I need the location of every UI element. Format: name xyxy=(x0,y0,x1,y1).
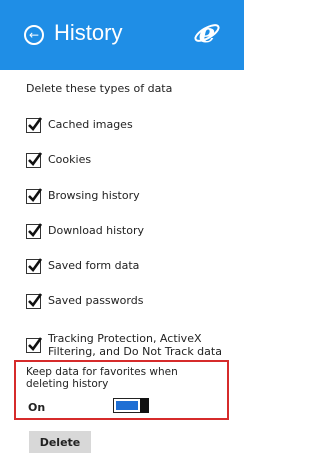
checkmark-icon xyxy=(28,337,43,351)
intro-text: Delete these types of data xyxy=(26,82,173,95)
checkmark-icon xyxy=(28,223,43,237)
option-browsing-history[interactable]: Browsing history xyxy=(26,188,140,204)
checkmark-icon xyxy=(28,293,43,307)
option-label: Cached images xyxy=(48,118,133,131)
delete-button[interactable]: Delete xyxy=(29,431,91,453)
checkbox[interactable] xyxy=(26,293,43,309)
checkbox[interactable] xyxy=(26,117,43,133)
option-label: Browsing history xyxy=(48,189,140,202)
option-cookies[interactable]: Cookies xyxy=(26,152,92,168)
option-tracking-protection[interactable]: Tracking Protection, ActiveX Filtering, … xyxy=(26,332,226,358)
option-label: Saved passwords xyxy=(48,294,144,307)
option-label: Download history xyxy=(48,224,145,237)
toggle-state-label: On xyxy=(28,401,46,414)
option-download-history[interactable]: Download history xyxy=(26,223,145,239)
toggle-thumb[interactable] xyxy=(140,398,149,413)
svg-text:e: e xyxy=(199,19,216,47)
checkmark-icon xyxy=(28,152,43,166)
option-cached-images[interactable]: Cached images xyxy=(26,117,133,133)
header-bar: ← History e xyxy=(0,0,244,70)
checkbox[interactable] xyxy=(26,258,43,274)
internet-explorer-logo-icon: e xyxy=(194,19,220,47)
option-label: Cookies xyxy=(48,153,92,166)
checkbox[interactable] xyxy=(26,223,43,239)
keep-favorites-label: Keep data for favorites when deleting hi… xyxy=(26,366,178,390)
page-title: History xyxy=(54,20,123,45)
checkmark-icon xyxy=(28,188,43,202)
checkmark-icon xyxy=(28,258,43,272)
back-arrow-circle-icon[interactable]: ← xyxy=(24,25,44,45)
option-saved-form-data[interactable]: Saved form data xyxy=(26,258,140,274)
option-label: Tracking Protection, ActiveX Filtering, … xyxy=(48,332,222,358)
keep-favorites-toggle[interactable] xyxy=(113,398,149,413)
checkbox[interactable] xyxy=(26,188,43,204)
option-label: Saved form data xyxy=(48,259,140,272)
toggle-fill xyxy=(116,401,138,410)
option-saved-passwords[interactable]: Saved passwords xyxy=(26,293,144,309)
checkbox[interactable] xyxy=(26,337,43,353)
checkbox[interactable] xyxy=(26,152,43,168)
checkmark-icon xyxy=(28,117,43,131)
